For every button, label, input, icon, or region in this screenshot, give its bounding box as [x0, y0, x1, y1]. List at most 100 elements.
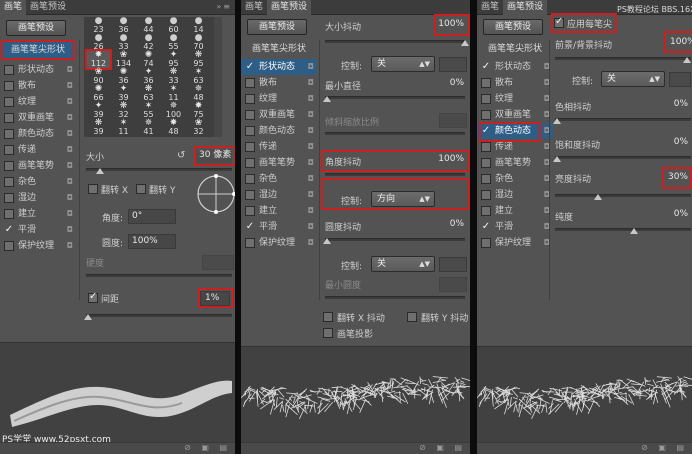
brush-tip-cell[interactable]: ❋ 39	[87, 119, 110, 136]
lock-icon[interactable]: ◘	[67, 190, 73, 206]
nav-item-checkbox[interactable]	[245, 174, 255, 184]
nav-item-checkbox[interactable]	[481, 190, 491, 200]
brush-tip-cell[interactable]: ● 44	[137, 17, 160, 34]
roundness-field[interactable]: 100%	[128, 234, 176, 249]
nav-item-checkbox[interactable]	[481, 142, 491, 152]
nav-item-checkbox[interactable]	[4, 209, 14, 219]
lock-icon[interactable]: ◘	[308, 187, 314, 203]
nav-item-checkbox[interactable]	[4, 161, 14, 171]
nav-item-checkbox[interactable]: ✓	[245, 219, 255, 235]
brush-tip-cell[interactable]: ❀ 32	[187, 119, 210, 136]
nav-item[interactable]: 杂色 ◘	[0, 174, 76, 190]
nav-item[interactable]: 散布 ◘	[477, 75, 553, 91]
brush-presets-button[interactable]: 画笔预设	[6, 20, 66, 36]
nav-item[interactable]: ✓ 平滑 ◘	[241, 219, 317, 235]
nav-item-checkbox[interactable]: ✓	[4, 222, 14, 238]
lock-icon[interactable]: ◘	[308, 75, 314, 91]
saturation-jitter-thumb[interactable]	[553, 156, 561, 162]
purity-thumb[interactable]	[630, 228, 638, 234]
nav-item[interactable]: ✓ 平滑 ◘	[477, 219, 553, 235]
lock-icon[interactable]: ◘	[67, 238, 73, 254]
footer-icons[interactable]: ⊘ ▣ ▤	[641, 443, 688, 452]
brush-tip-cell[interactable]: ✶ 11	[112, 119, 135, 136]
nav-item[interactable]: 纹理 ◘	[0, 94, 76, 110]
nav-item-checkbox[interactable]	[481, 94, 491, 104]
flip-y-jitter-checkbox[interactable]	[407, 312, 417, 322]
lock-icon[interactable]: ◘	[67, 158, 73, 174]
lock-icon[interactable]: ◘	[308, 91, 314, 107]
nav-item-checkbox[interactable]: ✓	[245, 59, 255, 75]
nav-item-checkbox[interactable]	[481, 174, 491, 184]
lock-icon[interactable]: ◘	[308, 155, 314, 171]
nav-item[interactable]: ✓ 形状动态 ◘	[477, 59, 553, 75]
nav-item-checkbox[interactable]	[481, 78, 491, 88]
brush-tip-cell[interactable]: ● 36	[112, 17, 135, 34]
nav-item[interactable]: 杂色 ◘	[241, 171, 317, 187]
min-diameter-value[interactable]: 0%	[439, 77, 467, 92]
nav-item-checkbox[interactable]	[481, 110, 491, 120]
nav-item-checkbox[interactable]	[4, 129, 14, 139]
lock-icon[interactable]: ◘	[308, 219, 314, 235]
lock-icon[interactable]: ◘	[308, 171, 314, 187]
tab-brush-presets[interactable]: 画笔预设	[267, 0, 312, 15]
reset-size-icon[interactable]: ↺	[177, 150, 185, 161]
nav-item[interactable]: 颜色动态 ◘	[241, 123, 317, 139]
flip-x-checkbox[interactable]	[88, 184, 98, 194]
brush-tip-cell[interactable]: ● 60	[162, 17, 185, 34]
nav-item-checkbox[interactable]	[245, 158, 255, 168]
brush-tip-cell[interactable]: ● 33	[112, 34, 135, 51]
brush-tip-cell[interactable]: ✺ 74	[137, 51, 160, 68]
nav-item-checkbox[interactable]	[4, 193, 14, 203]
tab-brush-presets[interactable]: 画笔预设	[26, 0, 70, 15]
nav-brush-tip-shape[interactable]: 画笔笔尖形状	[243, 41, 315, 57]
brush-tip-grid[interactable]: ● 23 ● 36 ● 44 ● 60 ● 14 ● 26 ● 33 ● 42 ● 55 ● 70 ✸ 112 ❀ 134 ✺ 7…	[84, 17, 214, 137]
nav-item[interactable]: 建立 ◘	[477, 203, 553, 219]
brush-tip-cell[interactable]: ❀ 90	[87, 68, 110, 85]
brush-tip-cell[interactable]: ✸ 112	[85, 49, 112, 70]
brightness-jitter-thumb[interactable]	[594, 194, 602, 200]
tab-brush-presets[interactable]: 画笔预设	[503, 0, 548, 15]
nav-item[interactable]: 散布 ◘	[0, 78, 76, 94]
spacing-slider[interactable]	[86, 314, 232, 317]
nav-item-checkbox[interactable]	[4, 65, 14, 75]
control-dropdown[interactable]: 关 ▲▼	[601, 71, 665, 87]
nav-item[interactable]: 湿边 ◘	[477, 187, 553, 203]
brush-tip-cell[interactable]: ● 55	[162, 34, 185, 51]
fg-bg-jitter-thumb[interactable]	[683, 57, 691, 63]
nav-item-checkbox[interactable]	[245, 190, 255, 200]
size-jitter-thumb[interactable]	[461, 40, 469, 46]
nav-item-checkbox[interactable]	[245, 142, 255, 152]
grid-scrollbar[interactable]	[214, 17, 222, 137]
nav-item[interactable]: 湿边 ◘	[0, 190, 76, 206]
nav-item-checkbox[interactable]	[481, 158, 491, 168]
size-slider[interactable]	[86, 168, 232, 171]
nav-item-checkbox[interactable]	[481, 206, 491, 216]
brush-presets-button[interactable]: 画笔预设	[483, 19, 543, 35]
brush-tip-cell[interactable]: ✶ 63	[187, 68, 210, 85]
brush-tip-cell[interactable]: ✸ 48	[162, 119, 185, 136]
lock-icon[interactable]: ◘	[308, 235, 314, 251]
spacing-slider-thumb[interactable]	[84, 314, 92, 320]
footer-icons[interactable]: ⊘ ▣ ▤	[184, 443, 231, 452]
lock-icon[interactable]: ◘	[308, 59, 314, 75]
flip-y-checkbox[interactable]	[136, 184, 146, 194]
lock-icon[interactable]: ◘	[67, 126, 73, 142]
nav-item[interactable]: 双重画笔 ◘	[241, 107, 317, 123]
nav-item[interactable]: 保护纹理 ◘	[241, 235, 317, 251]
brush-tip-cell[interactable]: ✦ 39	[112, 85, 135, 102]
brush-tip-cell[interactable]: ✵ 41	[137, 119, 160, 136]
hue-jitter-value[interactable]: 0%	[667, 98, 691, 113]
panel-menu-icon[interactable]: »≡	[216, 2, 232, 11]
control-dropdown-1[interactable]: 关 ▲▼	[371, 56, 435, 72]
size-jitter-slider[interactable]	[325, 40, 465, 43]
lock-icon[interactable]: ◘	[67, 222, 73, 238]
saturation-jitter-value[interactable]: 0%	[667, 136, 691, 151]
brush-tip-cell[interactable]: ✦ 95	[162, 51, 185, 68]
nav-item-checkbox[interactable]	[4, 113, 14, 123]
nav-item[interactable]: 湿边 ◘	[241, 187, 317, 203]
lock-icon[interactable]: ◘	[67, 174, 73, 190]
roundness-jitter-slider[interactable]	[325, 238, 465, 241]
control-dropdown-3[interactable]: 关 ▲▼	[371, 256, 435, 272]
nav-item[interactable]: 建立 ◘	[241, 203, 317, 219]
nav-item-checkbox[interactable]	[245, 126, 255, 136]
